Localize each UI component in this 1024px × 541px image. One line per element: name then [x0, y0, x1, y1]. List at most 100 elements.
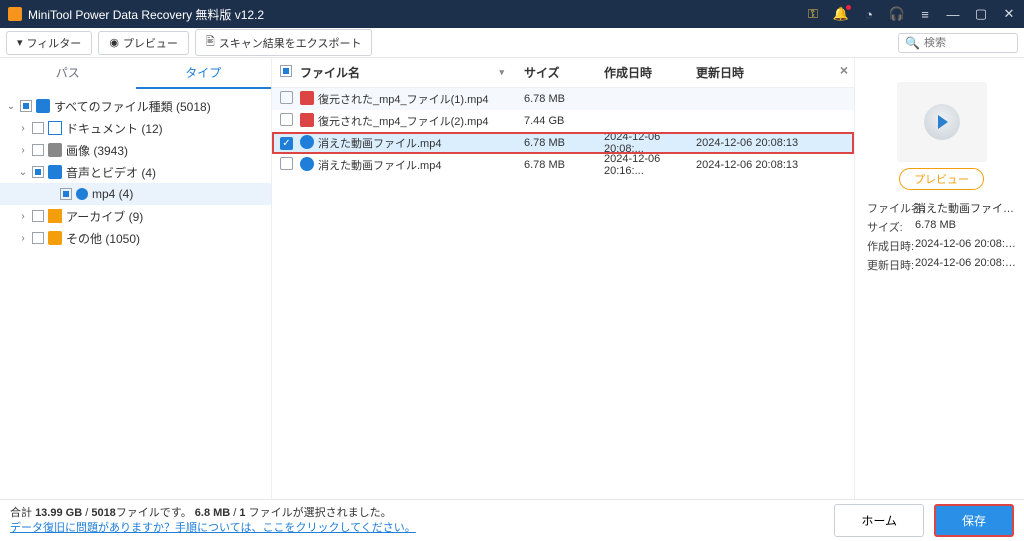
toggle-icon[interactable]: ›: [18, 123, 28, 134]
titlebar-system-icons: ⚿ 🔔 ◔ 🎧 ≡ — ▢ ✕: [806, 7, 1016, 21]
detail-meta: ファイル名:消えた動画ファイル.mp4 サイズ:6.78 MB 作成日時:202…: [867, 200, 1016, 276]
checkbox[interactable]: [60, 188, 72, 200]
tree-doc[interactable]: › ドキュメント (12): [0, 117, 271, 139]
row-checkbox[interactable]: [280, 113, 293, 126]
sort-icon[interactable]: ▾: [499, 67, 504, 78]
clock-icon[interactable]: ◔: [862, 7, 876, 21]
menu-icon[interactable]: ≡: [918, 7, 932, 21]
preview-button[interactable]: ◉プレビュー: [98, 31, 189, 55]
checkbox[interactable]: [32, 144, 44, 156]
tree-label: アーカイブ (9): [66, 208, 143, 225]
checkbox[interactable]: [32, 166, 44, 178]
meta-mdate-value: 2024-12-06 20:08:13: [915, 257, 1016, 273]
row-size: 7.44 GB: [524, 115, 604, 127]
export-icon: 🖹: [206, 33, 215, 52]
file-type-icon: [300, 91, 314, 105]
tree-label: 画像 (3943): [66, 142, 128, 159]
row-cdate: 2024-12-06 20:08:...: [604, 131, 696, 155]
row-mdate: 2024-12-06 20:08:13: [696, 137, 854, 149]
table-row[interactable]: ✓ 消えた動画ファイル.mp46.78 MB2024-12-06 20:08:..…: [272, 132, 854, 154]
tab-type[interactable]: タイプ: [136, 58, 272, 89]
document-icon: [48, 121, 62, 135]
meta-size-value: 6.78 MB: [915, 219, 1016, 235]
toggle-icon[interactable]: ›: [18, 145, 28, 156]
file-list: ファイル名 ▾ サイズ 作成日時 更新日時 × 復元された_mp4_ファイル(1)…: [272, 58, 854, 499]
tree: ⌄ すべてのファイル種類 (5018) › ドキュメント (12) › 画像 (…: [0, 89, 271, 499]
row-name: 消えた動画ファイル.mp4: [318, 157, 524, 173]
row-mdate: 2024-12-06 20:08:13: [696, 159, 854, 171]
col-name[interactable]: ファイル名: [300, 64, 360, 81]
file-type-icon: [300, 113, 314, 127]
row-checkbox[interactable]: [280, 91, 293, 104]
footer-summary: 合計 13.99 GB / 5018ファイルです。 6.8 MB / 1 ファイ…: [10, 506, 416, 535]
save-button[interactable]: 保存: [934, 504, 1014, 537]
preview-label: プレビュー: [123, 35, 178, 51]
checkbox[interactable]: [32, 232, 44, 244]
file-type-icon: [300, 157, 314, 171]
minimize-icon[interactable]: —: [946, 7, 960, 21]
col-cdate[interactable]: 作成日時: [604, 64, 696, 81]
table-row[interactable]: 復元された_mp4_ファイル(1).mp46.78 MB: [272, 88, 854, 110]
checkbox[interactable]: [20, 100, 32, 112]
col-size[interactable]: サイズ: [524, 64, 604, 81]
toggle-icon[interactable]: ›: [18, 233, 28, 244]
detail-panel: プレビュー ファイル名:消えた動画ファイル.mp4 サイズ:6.78 MB 作成…: [854, 58, 1024, 499]
sidebar-tabs: パス タイプ: [0, 58, 271, 89]
detail-preview-button[interactable]: プレビュー: [899, 168, 984, 190]
sum-sel-size: 6.8 MB: [195, 507, 230, 519]
tree-mp4[interactable]: mp4 (4): [0, 183, 271, 205]
header-checkbox[interactable]: [280, 65, 292, 77]
export-button[interactable]: 🖹スキャン結果をエクスポート: [195, 29, 373, 56]
row-name: 復元された_mp4_ファイル(1).mp4: [318, 91, 524, 107]
help-link[interactable]: データ復旧に問題がありますか？手順については、ここをクリックしてください。: [10, 521, 416, 535]
row-size: 6.78 MB: [524, 137, 604, 149]
row-checkbox[interactable]: [280, 157, 293, 170]
sum-total-size: 13.99 GB: [35, 507, 82, 519]
headset-icon[interactable]: 🎧: [890, 7, 904, 21]
key-icon[interactable]: ⚿: [806, 7, 820, 21]
play-icon: [924, 104, 960, 140]
row-checkbox[interactable]: ✓: [280, 137, 293, 150]
search-box[interactable]: 🔍: [898, 33, 1018, 53]
tree-av[interactable]: ⌄ 音声とビデオ (4): [0, 161, 271, 183]
titlebar: MiniTool Power Data Recovery 無料版 v12.2 ⚿…: [0, 0, 1024, 28]
toggle-icon[interactable]: ⌄: [6, 101, 16, 112]
toggle-icon[interactable]: ⌄: [18, 167, 28, 178]
toggle-icon[interactable]: ›: [18, 211, 28, 222]
toolbar: ▾フィルター ◉プレビュー 🖹スキャン結果をエクスポート 🔍: [0, 28, 1024, 58]
row-name: 消えた動画ファイル.mp4: [318, 135, 524, 151]
tree-img[interactable]: › 画像 (3943): [0, 139, 271, 161]
meta-name-value: 消えた動画ファイル.mp4: [915, 200, 1016, 216]
tab-path[interactable]: パス: [0, 58, 136, 89]
home-button[interactable]: ホーム: [834, 504, 924, 537]
search-input[interactable]: [924, 37, 1014, 49]
sum-total-files: 5018: [91, 507, 115, 519]
close-detail-icon[interactable]: ×: [840, 62, 848, 78]
export-label: スキャン結果をエクスポート: [219, 35, 362, 51]
bell-icon[interactable]: 🔔: [834, 7, 848, 21]
table-row[interactable]: 復元された_mp4_ファイル(2).mp47.44 GB: [272, 110, 854, 132]
sum-prefix: 合計: [10, 507, 35, 519]
tree-oth[interactable]: › その他 (1050): [0, 227, 271, 249]
maximize-icon[interactable]: ▢: [974, 7, 988, 21]
filter-label: フィルター: [27, 35, 82, 51]
filter-button[interactable]: ▾フィルター: [6, 31, 92, 55]
close-icon[interactable]: ✕: [1002, 7, 1016, 21]
tree-label: ドキュメント (12): [66, 120, 163, 137]
monitor-icon: [36, 99, 50, 113]
list-body: 復元された_mp4_ファイル(1).mp46.78 MB復元された_mp4_ファ…: [272, 88, 854, 176]
table-row[interactable]: 消えた動画ファイル.mp46.78 MB2024-12-06 20:16:...…: [272, 154, 854, 176]
sidebar: パス タイプ ⌄ すべてのファイル種類 (5018) › ドキュメント (12)…: [0, 58, 272, 499]
checkbox[interactable]: [32, 210, 44, 222]
checkbox[interactable]: [32, 122, 44, 134]
tree-label: 音声とビデオ (4): [66, 164, 156, 181]
list-header: ファイル名 ▾ サイズ 作成日時 更新日時 ×: [272, 58, 854, 88]
tree-root[interactable]: ⌄ すべてのファイル種類 (5018): [0, 95, 271, 117]
search-icon: 🔍: [905, 36, 920, 50]
main-body: パス タイプ ⌄ すべてのファイル種類 (5018) › ドキュメント (12)…: [0, 58, 1024, 499]
image-icon: [48, 143, 62, 157]
tree-arc[interactable]: › アーカイブ (9): [0, 205, 271, 227]
tree-label: mp4 (4): [92, 187, 133, 201]
meta-name-label: ファイル名:: [867, 200, 915, 216]
col-mdate[interactable]: 更新日時: [696, 64, 854, 81]
